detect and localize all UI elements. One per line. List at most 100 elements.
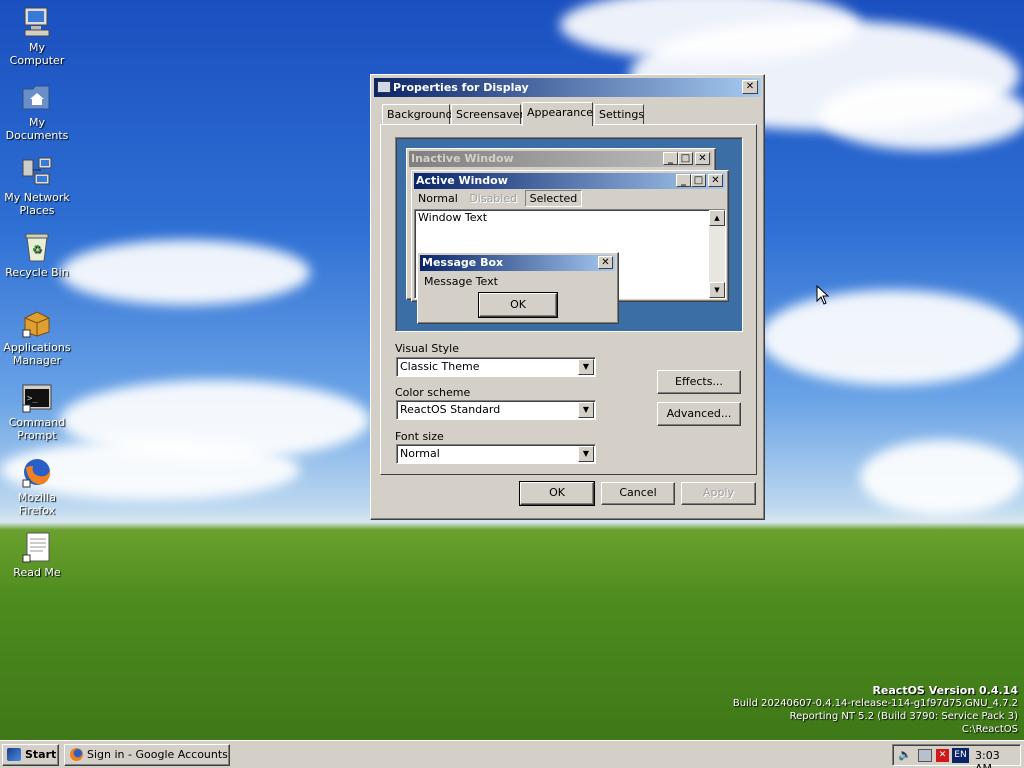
firefox-icon: [70, 748, 83, 761]
desktop-icon-applications-manager[interactable]: Applications Manager: [0, 306, 74, 367]
close-icon[interactable]: ✕: [742, 80, 758, 94]
desktop-icon-my-documents[interactable]: My Documents: [0, 81, 74, 142]
advanced-button[interactable]: Advanced...: [657, 402, 741, 426]
inactive-window-titlebar: Inactive Window _ □ ✕: [409, 151, 712, 167]
terminal-icon: >_: [21, 381, 53, 413]
taskbar-item-firefox[interactable]: Sign in - Google Accounts - ...: [64, 744, 230, 766]
cancel-button[interactable]: Cancel: [601, 482, 675, 505]
dialog-title: Properties for Display: [393, 81, 529, 94]
documents-folder-icon: [21, 81, 53, 113]
message-box-titlebar: Message Box ✕: [420, 255, 615, 271]
close-icon: ✕: [598, 256, 613, 269]
version-watermark: ReactOS Version 0.4.14 Build 20240607-0.…: [733, 684, 1018, 736]
start-button[interactable]: Start: [2, 744, 59, 766]
message-text: Message Text: [424, 275, 498, 288]
display-properties-dialog: Properties for Display ✕ Background Scre…: [370, 74, 765, 520]
font-size-label: Font size: [395, 430, 444, 443]
close-icon: ✕: [695, 152, 710, 165]
menu-disabled: Disabled: [469, 192, 518, 205]
system-tray: 🔈 ✕ EN 3:03 AM: [892, 744, 1021, 768]
menu-selected: Selected: [524, 190, 583, 207]
mouse-cursor-icon: [816, 285, 830, 305]
desktop-icon-read-me[interactable]: Read Me: [0, 531, 74, 579]
reporting-text: Reporting NT 5.2 (Build 3790: Service Pa…: [789, 711, 1018, 722]
window-text: Window Text: [418, 211, 488, 224]
desktop-icon-command-prompt[interactable]: >_ Command Prompt: [0, 381, 74, 442]
network-icon[interactable]: [918, 749, 932, 762]
message-box-title: Message Box: [422, 256, 504, 269]
menu-normal: Normal: [418, 192, 458, 205]
maximize-icon: □: [691, 174, 706, 187]
recycle-bin-icon: ♻: [21, 231, 53, 263]
chevron-down-icon[interactable]: ▼: [578, 402, 594, 418]
tab-settings[interactable]: Settings: [594, 104, 644, 124]
svg-text:>_: >_: [27, 394, 38, 404]
color-scheme-select[interactable]: ReactOS Standard ▼: [396, 400, 596, 420]
desktop-icon-label: Command: [8, 416, 66, 429]
build-text: Build 20240607-0.4.14-release-114-g1f97d…: [732, 698, 1018, 709]
desktop-icon-label: Computer: [9, 54, 65, 67]
minimize-icon: _: [663, 152, 678, 165]
taskbar: Start Sign in - Google Accounts - ... 🔈 …: [0, 740, 1024, 768]
version-text: ReactOS Version 0.4.14: [872, 684, 1018, 697]
message-ok-button: OK: [478, 292, 558, 318]
desktop-icon-label: Read Me: [13, 566, 61, 579]
taskbar-item-label: Sign in - Google Accounts - ...: [87, 748, 229, 761]
computer-icon: [21, 6, 53, 38]
preview-menu-bar: Normal Disabled Selected: [414, 190, 583, 208]
volume-icon[interactable]: 🔈: [898, 748, 912, 761]
dialog-titlebar[interactable]: Properties for Display ✕: [374, 78, 761, 97]
package-box-icon: [21, 306, 53, 338]
appearance-preview: Inactive Window _ □ ✕ Active Window _ □ ✕ No…: [395, 137, 743, 332]
desktop-icon-firefox[interactable]: Mozilla Firefox: [0, 456, 74, 517]
display-properties-icon: [377, 81, 391, 93]
path-text: C:\ReactOS: [961, 724, 1018, 735]
language-indicator[interactable]: EN: [952, 748, 969, 763]
color-scheme-label: Color scheme: [395, 386, 471, 399]
tab-screensaver[interactable]: Screensaver: [451, 104, 524, 124]
inactive-window-title: Inactive Window: [411, 152, 514, 165]
color-scheme-value: ReactOS Standard: [400, 403, 501, 416]
minimize-icon: _: [676, 174, 691, 187]
appearance-tab-page: Inactive Window _ □ ✕ Active Window _ □ ✕ No…: [380, 124, 757, 475]
preview-scrollbar: ▲ ▼: [709, 210, 725, 298]
desktop-icon-label: Applications: [3, 341, 71, 354]
desktop-icon-my-computer[interactable]: My Computer: [0, 6, 74, 67]
desktop-icon-label: Mozilla: [18, 491, 56, 504]
desktop-icon-network-places[interactable]: My Network Places: [0, 156, 74, 217]
scroll-down-icon: ▼: [709, 282, 725, 298]
visual-style-select[interactable]: Classic Theme ▼: [396, 357, 596, 377]
network-icon: [21, 156, 53, 188]
desktop-icon-label: My: [28, 116, 45, 129]
start-logo-icon: [7, 748, 21, 761]
tab-appearance[interactable]: Appearance: [522, 102, 593, 126]
network-disconnected-icon[interactable]: ✕: [936, 749, 949, 762]
desktop-icon-label: Prompt: [17, 429, 57, 442]
desktop-icon-label: Firefox: [18, 504, 56, 517]
desktop-icon-label: My Network: [4, 191, 70, 204]
svg-text:♻: ♻: [32, 243, 42, 256]
scroll-up-icon: ▲: [709, 210, 725, 226]
maximize-icon: □: [678, 152, 693, 165]
desktop-icon-label: Documents: [5, 129, 69, 142]
message-box-preview: Message Box ✕ Message Text OK: [417, 252, 619, 324]
ok-button[interactable]: OK: [519, 481, 595, 506]
desktop-icon-label: My: [28, 41, 45, 54]
desktop-icon-label: Places: [19, 204, 55, 217]
visual-style-label: Visual Style: [395, 342, 459, 355]
clock[interactable]: 3:03 AM: [975, 749, 1020, 768]
tab-background[interactable]: Background: [382, 104, 453, 124]
desktop-icon-label: Recycle Bin: [5, 266, 69, 279]
desktop-icon-recycle-bin[interactable]: ♻ Recycle Bin: [0, 231, 74, 279]
visual-style-value: Classic Theme: [400, 360, 480, 373]
close-icon: ✕: [708, 174, 723, 187]
chevron-down-icon[interactable]: ▼: [578, 359, 594, 375]
chevron-down-icon[interactable]: ▼: [578, 446, 594, 462]
active-window-titlebar: Active Window _ □ ✕: [414, 173, 725, 189]
firefox-icon: [21, 456, 53, 488]
start-label: Start: [25, 748, 57, 761]
effects-button[interactable]: Effects...: [657, 370, 741, 394]
text-document-icon: [21, 531, 53, 563]
font-size-select[interactable]: Normal ▼: [396, 444, 596, 464]
apply-button[interactable]: Apply: [681, 482, 756, 505]
